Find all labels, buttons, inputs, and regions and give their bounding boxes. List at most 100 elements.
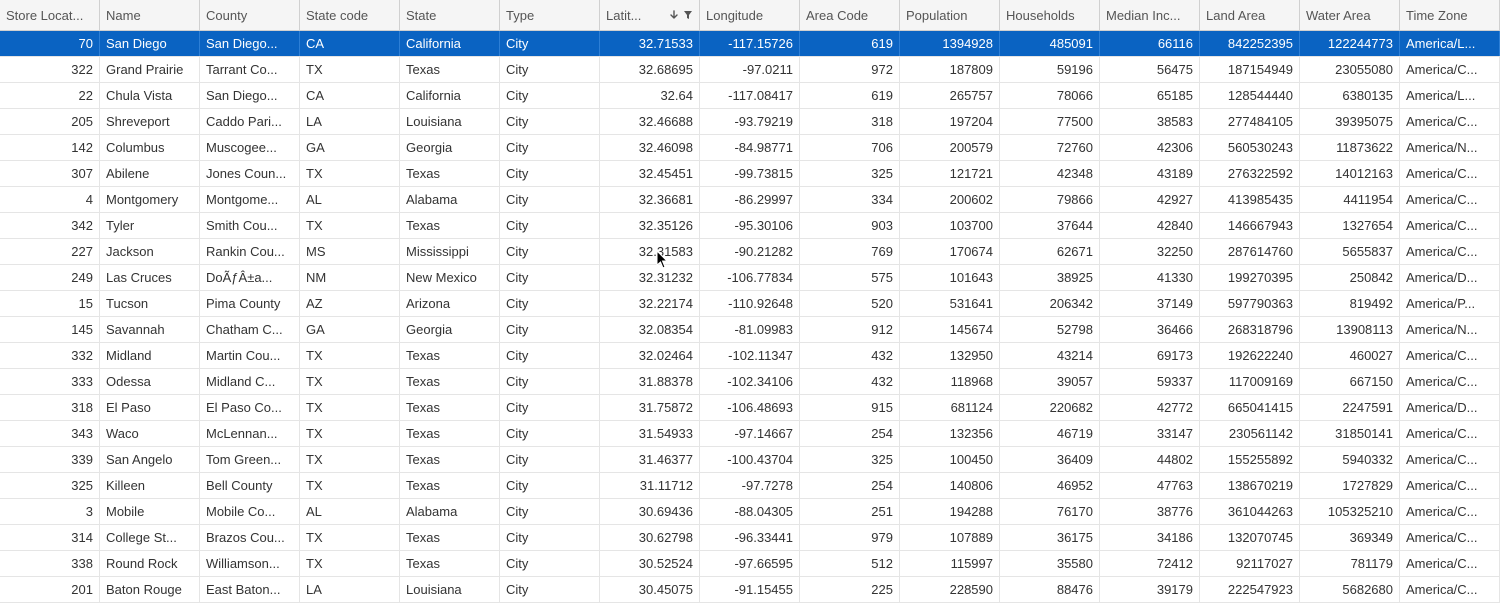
cell-inc[interactable]: 65185 <box>1100 83 1200 108</box>
cell-county[interactable]: McLennan... <box>200 421 300 446</box>
cell-stateCode[interactable]: TX <box>300 57 400 82</box>
cell-county[interactable]: Pima County <box>200 291 300 316</box>
cell-water[interactable]: 122244773 <box>1300 31 1400 56</box>
cell-inc[interactable]: 47763 <box>1100 473 1200 498</box>
cell-stateCode[interactable]: TX <box>300 369 400 394</box>
cell-stateCode[interactable]: AL <box>300 499 400 524</box>
cell-stateCode[interactable]: LA <box>300 577 400 602</box>
cell-water[interactable]: 6380135 <box>1300 83 1400 108</box>
cell-lat[interactable]: 32.02464 <box>600 343 700 368</box>
cell-pop[interactable]: 170674 <box>900 239 1000 264</box>
cell-land[interactable]: 287614760 <box>1200 239 1300 264</box>
cell-tz[interactable]: America/D... <box>1400 395 1500 420</box>
cell-inc[interactable]: 33147 <box>1100 421 1200 446</box>
cell-lon[interactable]: -81.09983 <box>700 317 800 342</box>
cell-name[interactable]: Baton Rouge <box>100 577 200 602</box>
cell-area[interactable]: 318 <box>800 109 900 134</box>
table-row[interactable]: 338Round RockWilliamson...TXTexasCity30.… <box>0 551 1500 577</box>
cell-area[interactable]: 769 <box>800 239 900 264</box>
cell-name[interactable]: Waco <box>100 421 200 446</box>
cell-name[interactable]: Tucson <box>100 291 200 316</box>
cell-store[interactable]: 249 <box>0 265 100 290</box>
cell-area[interactable]: 903 <box>800 213 900 238</box>
cell-county[interactable]: Midland C... <box>200 369 300 394</box>
column-header-lon[interactable]: Longitude <box>700 0 800 30</box>
cell-land[interactable]: 187154949 <box>1200 57 1300 82</box>
cell-land[interactable]: 268318796 <box>1200 317 1300 342</box>
cell-store[interactable]: 145 <box>0 317 100 342</box>
cell-lat[interactable]: 32.31583 <box>600 239 700 264</box>
cell-pop[interactable]: 200602 <box>900 187 1000 212</box>
cell-name[interactable]: Chula Vista <box>100 83 200 108</box>
cell-type[interactable]: City <box>500 265 600 290</box>
cell-hh[interactable]: 52798 <box>1000 317 1100 342</box>
cell-tz[interactable]: America/C... <box>1400 187 1500 212</box>
table-row[interactable]: 70San DiegoSan Diego...CACaliforniaCity3… <box>0 31 1500 57</box>
cell-county[interactable]: San Diego... <box>200 83 300 108</box>
cell-land[interactable]: 222547923 <box>1200 577 1300 602</box>
cell-lat[interactable]: 32.46098 <box>600 135 700 160</box>
cell-type[interactable]: City <box>500 31 600 56</box>
cell-lat[interactable]: 30.45075 <box>600 577 700 602</box>
cell-land[interactable]: 842252395 <box>1200 31 1300 56</box>
cell-lon[interactable]: -88.04305 <box>700 499 800 524</box>
cell-type[interactable]: City <box>500 161 600 186</box>
cell-county[interactable]: DoÃƒÂ±a... <box>200 265 300 290</box>
data-grid[interactable]: Store Locat...NameCountyState codeStateT… <box>0 0 1500 603</box>
cell-pop[interactable]: 200579 <box>900 135 1000 160</box>
cell-tz[interactable]: America/C... <box>1400 239 1500 264</box>
cell-land[interactable]: 138670219 <box>1200 473 1300 498</box>
cell-name[interactable]: Grand Prairie <box>100 57 200 82</box>
cell-area[interactable]: 972 <box>800 57 900 82</box>
cell-type[interactable]: City <box>500 135 600 160</box>
cell-land[interactable]: 117009169 <box>1200 369 1300 394</box>
cell-county[interactable]: Smith Cou... <box>200 213 300 238</box>
cell-lat[interactable]: 32.68695 <box>600 57 700 82</box>
cell-land[interactable]: 155255892 <box>1200 447 1300 472</box>
cell-area[interactable]: 325 <box>800 161 900 186</box>
cell-land[interactable]: 199270395 <box>1200 265 1300 290</box>
cell-hh[interactable]: 220682 <box>1000 395 1100 420</box>
cell-tz[interactable]: America/N... <box>1400 317 1500 342</box>
cell-inc[interactable]: 43189 <box>1100 161 1200 186</box>
cell-type[interactable]: City <box>500 421 600 446</box>
cell-pop[interactable]: 132950 <box>900 343 1000 368</box>
cell-lon[interactable]: -117.08417 <box>700 83 800 108</box>
table-row[interactable]: 339San AngeloTom Green...TXTexasCity31.4… <box>0 447 1500 473</box>
cell-stateCode[interactable]: TX <box>300 343 400 368</box>
cell-name[interactable]: College St... <box>100 525 200 550</box>
cell-type[interactable]: City <box>500 57 600 82</box>
table-row[interactable]: 4MontgomeryMontgome...ALAlabamaCity32.36… <box>0 187 1500 213</box>
cell-inc[interactable]: 42840 <box>1100 213 1200 238</box>
cell-county[interactable]: Williamson... <box>200 551 300 576</box>
cell-lat[interactable]: 32.31232 <box>600 265 700 290</box>
cell-water[interactable]: 667150 <box>1300 369 1400 394</box>
cell-name[interactable]: Tyler <box>100 213 200 238</box>
cell-county[interactable]: San Diego... <box>200 31 300 56</box>
cell-land[interactable]: 361044263 <box>1200 499 1300 524</box>
cell-land[interactable]: 132070745 <box>1200 525 1300 550</box>
cell-inc[interactable]: 37149 <box>1100 291 1200 316</box>
cell-land[interactable]: 277484105 <box>1200 109 1300 134</box>
cell-pop[interactable]: 197204 <box>900 109 1000 134</box>
cell-area[interactable]: 325 <box>800 447 900 472</box>
cell-water[interactable]: 460027 <box>1300 343 1400 368</box>
column-header-type[interactable]: Type <box>500 0 600 30</box>
cell-pop[interactable]: 140806 <box>900 473 1000 498</box>
table-row[interactable]: 318El PasoEl Paso Co...TXTexasCity31.758… <box>0 395 1500 421</box>
cell-stateCode[interactable]: AZ <box>300 291 400 316</box>
cell-name[interactable]: Montgomery <box>100 187 200 212</box>
cell-land[interactable]: 665041415 <box>1200 395 1300 420</box>
cell-water[interactable]: 31850141 <box>1300 421 1400 446</box>
cell-lon[interactable]: -97.0211 <box>700 57 800 82</box>
column-header-inc[interactable]: Median Inc... <box>1100 0 1200 30</box>
cell-water[interactable]: 5682680 <box>1300 577 1400 602</box>
cell-store[interactable]: 142 <box>0 135 100 160</box>
cell-stateCode[interactable]: TX <box>300 473 400 498</box>
cell-lon[interactable]: -100.43704 <box>700 447 800 472</box>
cell-type[interactable]: City <box>500 473 600 498</box>
cell-name[interactable]: Shreveport <box>100 109 200 134</box>
cell-stateCode[interactable]: LA <box>300 109 400 134</box>
cell-name[interactable]: El Paso <box>100 395 200 420</box>
column-header-lat[interactable]: Latit... <box>600 0 700 30</box>
